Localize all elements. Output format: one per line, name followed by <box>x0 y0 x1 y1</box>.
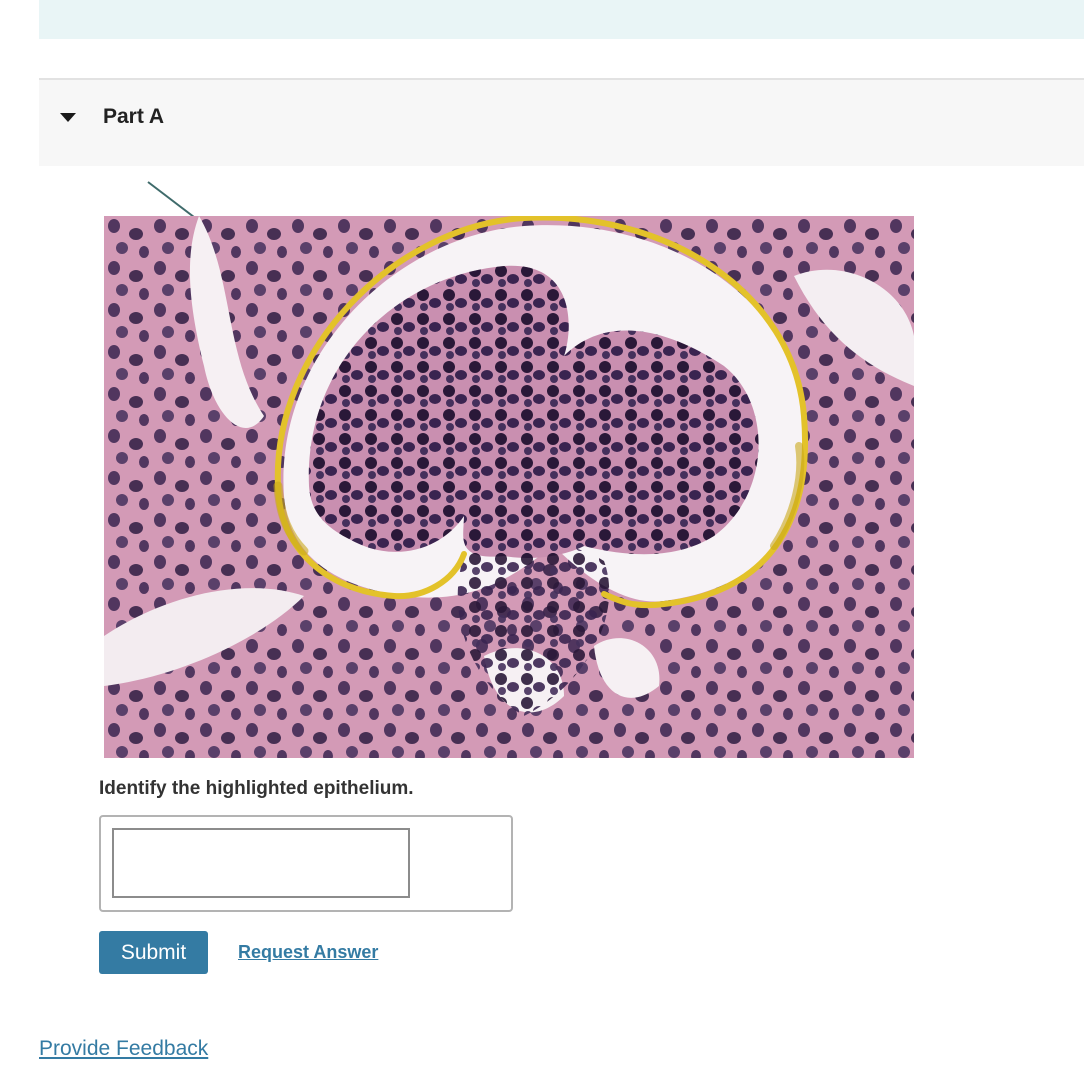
provide-feedback-link[interactable]: Provide Feedback <box>39 1037 208 1061</box>
request-answer-link[interactable]: Request Answer <box>238 942 378 963</box>
micrograph-svg <box>104 216 914 758</box>
submit-button[interactable]: Submit <box>99 931 208 974</box>
answer-input[interactable] <box>112 828 410 898</box>
caret-down-icon[interactable] <box>60 113 76 122</box>
histology-image <box>104 216 914 758</box>
part-title: Part A <box>103 105 165 128</box>
top-banner <box>39 0 1084 39</box>
question-text: Identify the highlighted epithelium. <box>99 778 414 799</box>
part-a-header[interactable]: Part A <box>39 78 1084 166</box>
answer-container <box>99 815 513 912</box>
